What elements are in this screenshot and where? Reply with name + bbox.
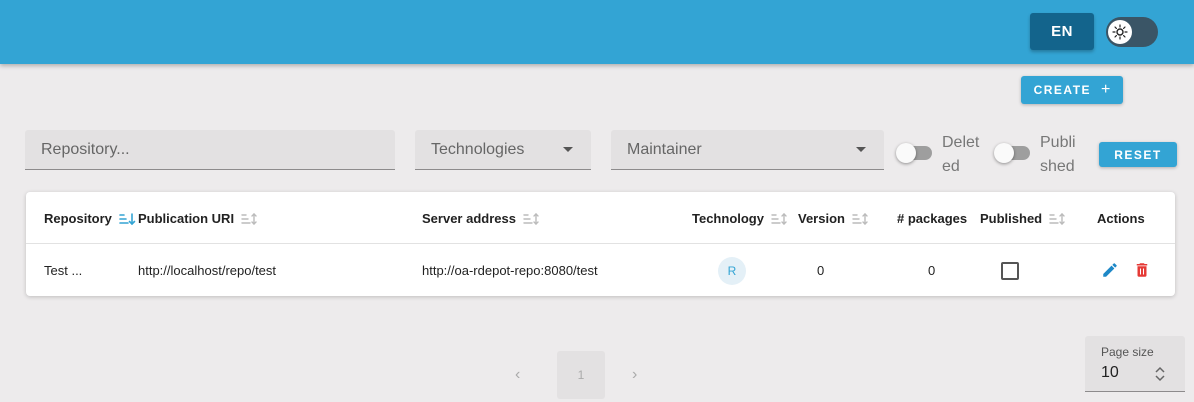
language-label: EN bbox=[1051, 23, 1073, 40]
sort-icon[interactable] bbox=[851, 212, 869, 226]
sort-icon[interactable] bbox=[770, 212, 788, 226]
column-header-publication-uri[interactable]: Publication URI bbox=[138, 211, 258, 226]
column-header-repository[interactable]: Repository bbox=[44, 211, 136, 226]
reset-button[interactable]: RESET bbox=[1099, 142, 1177, 167]
delete-icon[interactable] bbox=[1133, 261, 1151, 279]
cell-packages: 0 bbox=[928, 263, 936, 278]
column-header-version[interactable]: Version bbox=[798, 211, 869, 226]
deleted-switch[interactable] bbox=[896, 143, 932, 163]
language-button[interactable]: EN bbox=[1030, 13, 1094, 50]
spinner-arrows-icon[interactable] bbox=[1153, 364, 1167, 384]
create-button[interactable]: CREATE + bbox=[1021, 76, 1123, 104]
deleted-label: Delet ed bbox=[942, 134, 980, 175]
switch-knob bbox=[994, 143, 1014, 163]
cell-repository[interactable]: Test ... bbox=[44, 263, 82, 278]
next-page-button[interactable]: › bbox=[632, 366, 637, 384]
column-header-technology[interactable]: Technology bbox=[692, 211, 788, 226]
sort-icon[interactable] bbox=[240, 212, 258, 226]
column-header-actions: Actions bbox=[1097, 211, 1145, 226]
sort-icon[interactable] bbox=[1048, 212, 1066, 226]
sort-icon[interactable] bbox=[522, 212, 540, 226]
table-header-row: Repository Publication URI Server addres… bbox=[26, 192, 1175, 244]
column-header-server-address[interactable]: Server address bbox=[422, 211, 540, 226]
published-checkbox[interactable] bbox=[1001, 262, 1019, 280]
page-size-value: 10 bbox=[1101, 364, 1119, 381]
repository-search-input[interactable]: Repository... bbox=[25, 130, 395, 170]
technologies-select[interactable]: Technologies bbox=[415, 130, 591, 170]
cell-server-address: http://oa-rdepot-repo:8080/test bbox=[422, 263, 598, 278]
repositories-table: Repository Publication URI Server addres… bbox=[26, 192, 1175, 296]
cell-publication-uri: http://localhost/repo/test bbox=[138, 263, 277, 278]
page-size-input[interactable]: Page size 10 bbox=[1085, 336, 1185, 392]
sort-active-icon[interactable] bbox=[118, 212, 136, 226]
technologies-placeholder: Technologies bbox=[431, 140, 525, 158]
published-switch[interactable] bbox=[994, 143, 1030, 163]
dropdown-arrow-icon bbox=[563, 147, 573, 152]
technology-badge: R bbox=[718, 257, 746, 285]
dropdown-arrow-icon bbox=[856, 147, 866, 152]
switch-knob bbox=[896, 143, 916, 163]
column-header-published[interactable]: Published bbox=[980, 211, 1066, 226]
reset-label: RESET bbox=[1114, 147, 1162, 162]
maintainer-select[interactable]: Maintainer bbox=[611, 130, 884, 170]
published-label: Publi shed bbox=[1040, 134, 1076, 175]
column-header-packages: # packages bbox=[897, 211, 968, 226]
top-app-bar: EN bbox=[0, 0, 1194, 64]
edit-icon[interactable] bbox=[1101, 261, 1119, 279]
page-size-label: Page size bbox=[1101, 345, 1154, 359]
create-label: CREATE bbox=[1033, 83, 1092, 97]
maintainer-placeholder: Maintainer bbox=[627, 140, 702, 158]
prev-page-button[interactable]: ‹ bbox=[515, 366, 520, 384]
repository-placeholder: Repository... bbox=[41, 140, 130, 158]
theme-toggle[interactable] bbox=[1106, 17, 1158, 47]
page-1-button[interactable]: 1 bbox=[557, 351, 605, 399]
plus-icon: + bbox=[1101, 81, 1111, 98]
cell-version: 0 bbox=[817, 263, 825, 278]
sun-icon bbox=[1108, 20, 1132, 44]
